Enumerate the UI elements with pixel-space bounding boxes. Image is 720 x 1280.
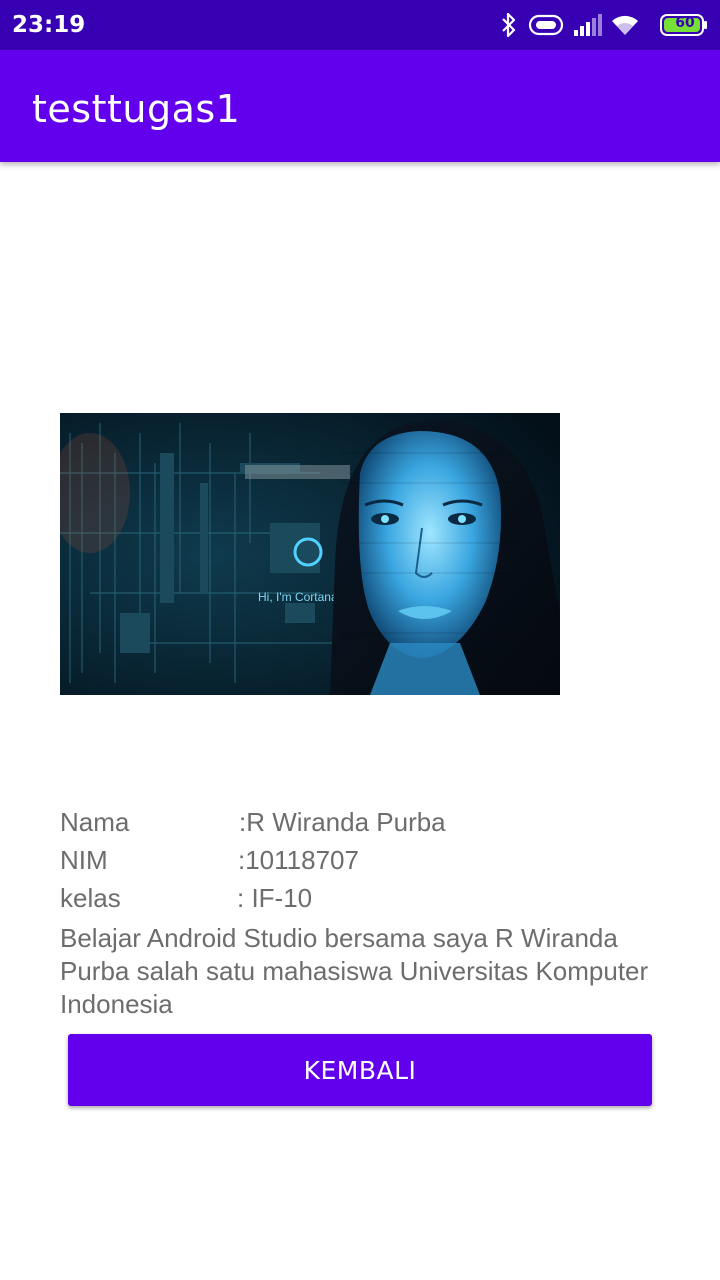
nama-row: Nama :R Wiranda Purba (60, 807, 660, 841)
app-title: testtugas1 (32, 87, 241, 131)
battery-level: 60 (675, 15, 695, 31)
image-caption: Hi, I'm Cortana. (258, 590, 341, 604)
status-icons: 60 (498, 10, 708, 40)
kelas-row: kelas : IF-10 (60, 883, 660, 917)
status-bar: 23:19 60 (0, 0, 720, 50)
nim-label: NIM (60, 845, 108, 875)
nama-label: Nama (60, 807, 130, 837)
battery-indicator: 60 (660, 14, 708, 36)
app-bar: testtugas1 (0, 50, 720, 162)
nama-value: :R Wiranda Purba (239, 807, 446, 837)
kelas-label: kelas (60, 883, 121, 913)
nim-value: :10118707 (238, 845, 359, 875)
signal-icon (574, 14, 602, 36)
cortana-image: Hi, I'm Cortana. (60, 413, 560, 695)
alarm-pill-icon (528, 14, 564, 36)
bluetooth-icon (502, 12, 516, 38)
kelas-value: : IF-10 (237, 883, 313, 913)
description-text: Belajar Android Studio bersama saya R Wi… (60, 923, 649, 1019)
wifi-icon (612, 15, 638, 35)
kembali-button[interactable]: KEMBALI (68, 1034, 652, 1106)
status-time: 23:19 (12, 12, 86, 38)
nim-row: NIM :10118707 (60, 845, 660, 879)
